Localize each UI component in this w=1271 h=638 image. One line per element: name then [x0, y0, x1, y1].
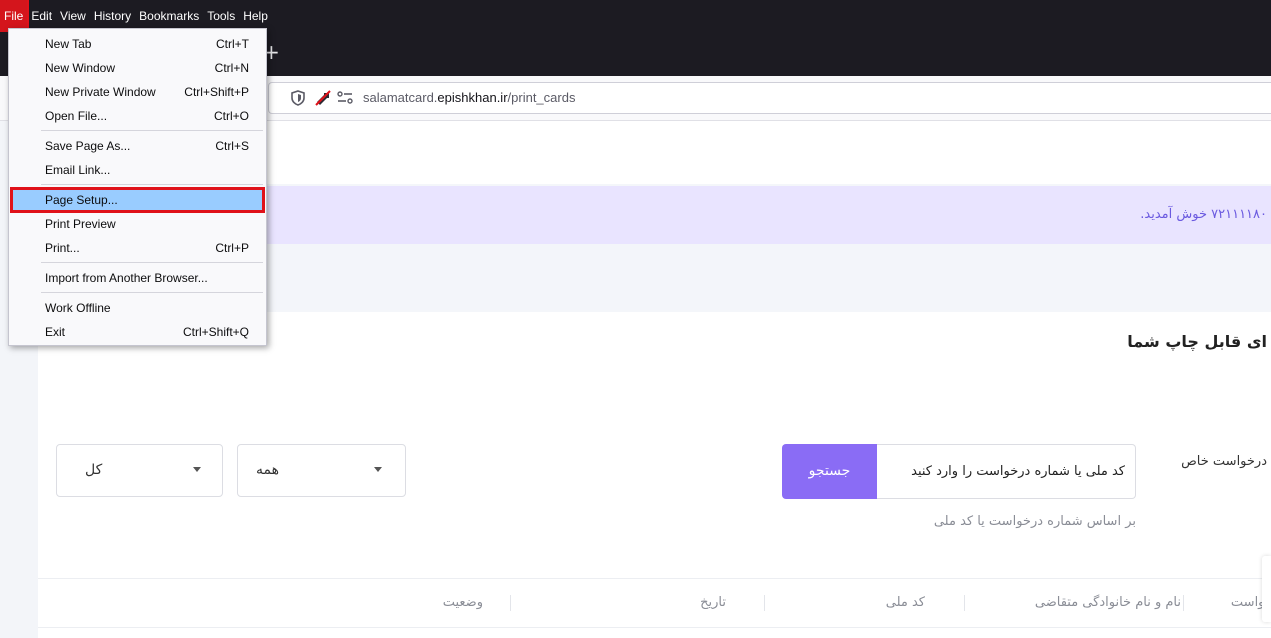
- welcome-text: ۷۲۱۱۱۱۸۰ خوش آمدید.: [1140, 207, 1267, 222]
- status-select[interactable]: همه: [237, 444, 406, 497]
- menu-import-browser[interactable]: Import from Another Browser...: [12, 267, 263, 289]
- menu-separator: [41, 292, 263, 293]
- search-hint: بر اساس شماره درخواست یا کد ملی: [933, 514, 1136, 529]
- url-prefix: salamatcard.: [363, 90, 438, 105]
- menu-item-label: Print Preview: [45, 217, 116, 231]
- col-national-code: کد ملی: [885, 595, 925, 610]
- menu-item-label: New Window: [45, 61, 116, 75]
- col-date: تاریخ: [700, 595, 726, 610]
- chevron-down-icon: [193, 467, 201, 472]
- menu-exit[interactable]: Exit Ctrl+Shift+Q: [12, 321, 263, 343]
- menu-work-offline[interactable]: Work Offline: [12, 297, 263, 319]
- menu-separator: [41, 184, 263, 185]
- file-menu-dropdown: New Tab Ctrl+T New Window Ctrl+N New Pri…: [8, 28, 267, 346]
- menu-print-preview[interactable]: Print Preview: [12, 213, 263, 235]
- menu-page-setup[interactable]: Page Setup...: [10, 187, 265, 213]
- search-input[interactable]: کد ملی یا شماره درخواست را وارد کنید: [877, 444, 1136, 499]
- side-scroll-handle[interactable]: [1262, 556, 1271, 622]
- menu-item-label: Open File...: [45, 109, 108, 123]
- menu-new-tab[interactable]: New Tab Ctrl+T: [12, 33, 263, 55]
- url-bar[interactable]: salamatcard.epishkhan.ir/print_cards: [268, 82, 1271, 114]
- menu-item-shortcut: Ctrl+S: [215, 139, 249, 153]
- menu-item-label: Page Setup...: [45, 193, 118, 207]
- menu-save-page-as[interactable]: Save Page As... Ctrl+S: [12, 135, 263, 157]
- table-header: درخواست نام و نام خانوادگی متقاضی کد ملی…: [38, 578, 1271, 628]
- menu-print[interactable]: Print... Ctrl+P: [12, 237, 263, 259]
- col-applicant-name: نام و نام خانوادگی متقاضی: [1034, 595, 1181, 610]
- chevron-down-icon: [374, 467, 382, 472]
- menu-item-shortcut: Ctrl+Shift+Q: [182, 325, 249, 339]
- menu-item-label: New Tab: [45, 37, 92, 51]
- menu-item-shortcut: Ctrl+T: [216, 37, 249, 51]
- menu-item-label: Save Page As...: [45, 139, 131, 153]
- search-button[interactable]: جستجو: [782, 444, 877, 499]
- menu-new-window[interactable]: New Window Ctrl+N: [12, 57, 263, 79]
- col-separator: [964, 595, 965, 611]
- col-separator: [510, 595, 511, 611]
- url-path: /print_cards: [507, 90, 576, 105]
- col-separator: [764, 595, 765, 611]
- type-select[interactable]: کل: [56, 444, 223, 497]
- permissions-icon[interactable]: [337, 91, 353, 105]
- menu-item-label: Import from Another Browser...: [45, 271, 208, 285]
- type-select-value: کل: [85, 462, 103, 478]
- status-select-value: همه: [256, 462, 279, 478]
- menu-item-shortcut: Ctrl+N: [214, 61, 249, 75]
- menu-item-shortcut: Ctrl+O: [213, 109, 249, 123]
- shield-icon[interactable]: [291, 90, 305, 106]
- camera-blocked-icon[interactable]: [315, 90, 331, 106]
- col-status: وضعیت: [442, 595, 483, 610]
- menu-item-shortcut: Ctrl+P: [215, 241, 249, 255]
- panel-title: ای قابل چاپ شما: [1127, 332, 1267, 351]
- url-text[interactable]: salamatcard.epishkhan.ir/print_cards: [363, 83, 575, 113]
- col-separator: [1183, 595, 1184, 611]
- url-host: epishkhan.ir: [437, 90, 508, 105]
- search-input-placeholder: کد ملی یا شماره درخواست را وارد کنید: [911, 464, 1125, 479]
- specific-request-label: درخواست خاص: [1181, 454, 1267, 469]
- menu-item-label: Work Offline: [45, 301, 111, 315]
- menu-email-link[interactable]: Email Link...: [12, 159, 263, 181]
- menu-separator: [41, 262, 263, 263]
- menu-item-label: Email Link...: [45, 163, 111, 177]
- menu-separator: [41, 130, 263, 131]
- menu-item-shortcut: Ctrl+Shift+P: [184, 85, 249, 99]
- menu-open-file[interactable]: Open File... Ctrl+O: [12, 105, 263, 127]
- menu-new-private-window[interactable]: New Private Window Ctrl+Shift+P: [12, 81, 263, 103]
- menu-item-label: Print...: [45, 241, 80, 255]
- menu-item-label: Exit: [45, 325, 66, 339]
- menu-item-label: New Private Window: [45, 85, 156, 99]
